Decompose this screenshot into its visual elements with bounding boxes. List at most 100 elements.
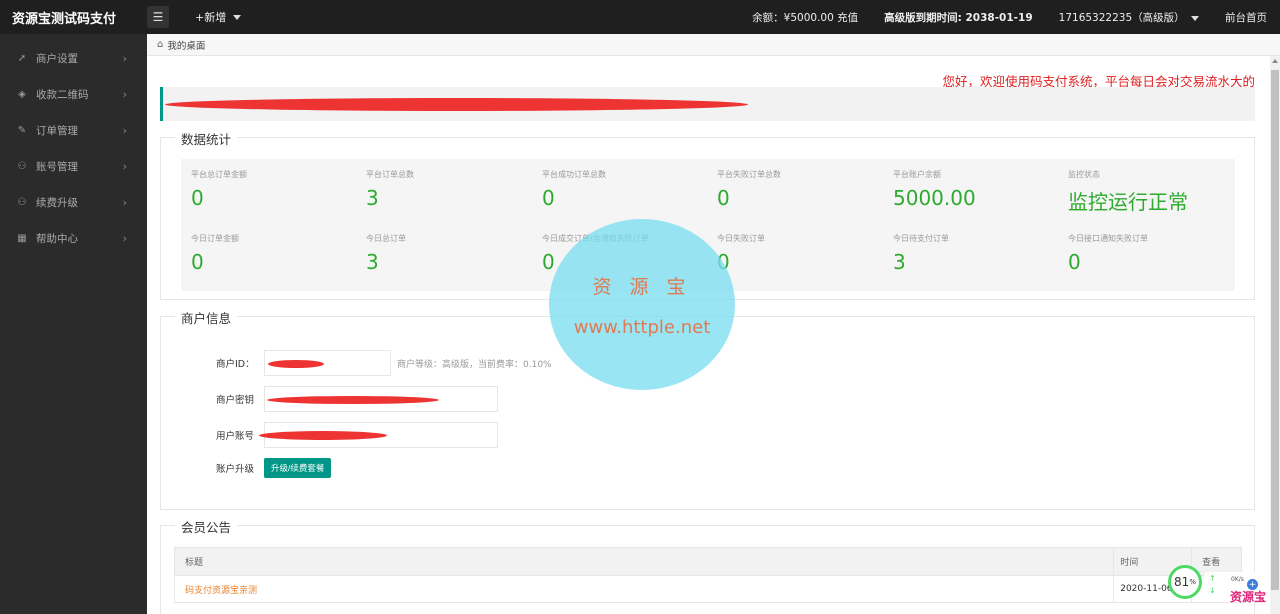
memory-percent-unit: % (1189, 578, 1196, 586)
chevron-right-icon: › (122, 51, 127, 65)
merchant-id-row: 商户ID： 商户等级：高级版，当前费率：0.10% (216, 350, 552, 376)
monitor-status-value: 监控运行正常 (1068, 190, 1188, 214)
stat-item: 平台失败订单总数 0 (717, 169, 887, 210)
chevron-right-icon: › (122, 195, 127, 209)
stat-label: 今日接口通知失败订单 (1068, 234, 1148, 243)
stat-value: 3 (366, 186, 379, 210)
stat-item: 平台总订单金额 0 (191, 169, 361, 210)
stat-value: 0 (1068, 250, 1081, 274)
merchant-key-row: 商户密钥 (216, 386, 498, 412)
merchant-key-label: 商户密钥 (216, 395, 255, 406)
chevron-right-icon: › (122, 123, 127, 137)
merchant-legend: 商户信息 (175, 308, 238, 327)
sidebar-item-orders[interactable]: ✎ 订单管理 › (0, 112, 147, 148)
chevron-right-icon: › (122, 87, 127, 101)
merchant-id-label: 商户ID： (216, 359, 255, 370)
stat-item: 平台订单总数 3 (366, 169, 536, 210)
sidebar-item-label: 收款二维码 (36, 88, 89, 101)
stat-label: 今日待支付订单 (893, 234, 949, 243)
stat-label: 监控状态 (1068, 170, 1100, 179)
upgrade-renew-button[interactable]: 升级/续费套餐 (264, 458, 332, 478)
stat-label: 平台失败订单总数 (717, 170, 781, 179)
home-icon: ⌂ (157, 39, 164, 50)
announcement-table: 标题 时间 查看 码支付资源宝亲测 2020-11-06 (174, 547, 1242, 603)
cube-icon: ◈ (18, 88, 26, 100)
sidebar-item-label: 账号管理 (36, 160, 78, 173)
caret-down-icon (233, 14, 242, 20)
watermark-url: www.httple.net (573, 316, 711, 338)
breadcrumb: ⌂ 我的桌面 (147, 34, 1280, 56)
stats-legend: 数据统计 (175, 129, 238, 148)
stat-item: 今日总订单 3 (366, 233, 536, 274)
merchant-id-field[interactable] (264, 350, 391, 376)
stat-label: 今日总订单 (366, 234, 406, 243)
user-account-field[interactable] (259, 422, 498, 448)
send-icon: ➚ (17, 52, 27, 64)
table-row: 码支付资源宝亲测 2020-11-06 (175, 576, 1241, 602)
user-account-row: 用户账号 (216, 422, 498, 448)
network-rate: 0K/s (1231, 576, 1244, 583)
chevron-right-icon: › (122, 231, 127, 245)
account-label: 17165322235（高级版） (1058, 11, 1185, 24)
expiry-info: 高级版到期时间: 2038-01-19 (884, 11, 1033, 24)
widget-logo: 资源宝 (1230, 590, 1267, 604)
add-new-menu[interactable]: +新增 (195, 9, 242, 25)
upgrade-label: 账户升级 (216, 464, 255, 475)
sidebar-item-label: 商户设置 (36, 52, 78, 65)
scrollbar[interactable] (1270, 56, 1280, 614)
stat-label: 今日订单金额 (191, 234, 239, 243)
table-header: 标题 时间 查看 (175, 548, 1241, 576)
chevron-right-icon: › (122, 159, 127, 173)
sidebar-item-help[interactable]: ▦ 帮助中心 › (0, 220, 147, 256)
redaction-mark (165, 98, 748, 111)
merchant-key-field[interactable] (264, 386, 498, 412)
watermark-text: 资 源 宝 (592, 275, 692, 298)
add-new-label: +新增 (195, 11, 227, 24)
memory-usage-ring[interactable]: 81% (1168, 565, 1202, 599)
upgrade-row: 账户升级 升级/续费套餐 (216, 458, 332, 478)
stat-item: 今日待支付订单 3 (893, 233, 1063, 274)
top-header: 资源宝测试码支付 ☰ +新增 余额：¥5000.00 充值 高级版到期时间: 2… (0, 0, 1280, 34)
brand-title: 资源宝测试码支付 (12, 11, 117, 27)
redaction-mark (268, 360, 324, 368)
announcement-title-link[interactable]: 码支付资源宝亲测 (185, 586, 257, 596)
grid-icon: ▦ (17, 232, 27, 244)
stat-label: 平台订单总数 (366, 170, 414, 179)
download-arrow-icon: ↓ (1209, 586, 1216, 595)
stat-item: 今日接口通知失败订单 0 (1068, 233, 1238, 274)
user-icon: ⚇ (17, 160, 27, 172)
list-icon[interactable]: ☰ (147, 6, 169, 28)
stat-value: 0 (191, 250, 204, 274)
breadcrumb-label[interactable]: 我的桌面 (167, 38, 205, 52)
stat-label: 平台账户余额 (893, 170, 941, 179)
sidebar-item-label: 续费升级 (36, 196, 78, 209)
home-link[interactable]: 前台首页 (1212, 10, 1280, 25)
stat-item: 平台账户余额 5000.00 (893, 169, 1063, 210)
stat-label: 平台成功订单总数 (542, 170, 606, 179)
sidebar-item-label: 帮助中心 (36, 232, 78, 245)
caret-down-icon (1191, 15, 1199, 21)
sidebar: ➚ 商户设置 › ◈ 收款二维码 › ✎ 订单管理 › ⚇ 账号管理 › ⚇ 续… (0, 34, 147, 614)
column-header-title: 标题 (185, 558, 204, 568)
merchant-level-info: 商户等级：高级版，当前费率：0.10% (397, 359, 552, 370)
sidebar-item-label: 订单管理 (36, 124, 78, 137)
sidebar-item-accounts[interactable]: ⚇ 账号管理 › (0, 148, 147, 184)
upload-arrow-icon: ↑ (1209, 574, 1216, 583)
scroll-up-arrow[interactable] (1272, 59, 1278, 63)
user-icon: ⚇ (17, 196, 27, 208)
stat-item: 今日失败订单 0 (717, 233, 887, 274)
announcement-panel: 会员公告 标题 时间 查看 码支付资源宝亲测 2020-11-06 (160, 517, 1255, 614)
stat-value: 5000.00 (893, 186, 976, 210)
balance-recharge-link[interactable]: 余额：¥5000.00 充值 (739, 10, 871, 25)
stat-value: 0 (191, 186, 204, 210)
user-account-label: 用户账号 (216, 431, 255, 442)
account-menu[interactable]: 17165322235（高级版） (1046, 10, 1212, 25)
stat-value: 0 (717, 250, 730, 274)
scroll-thumb[interactable] (1271, 70, 1279, 590)
announcement-legend: 会员公告 (175, 517, 238, 536)
stat-item: 今日订单金额 0 (191, 233, 361, 274)
sidebar-item-merchant-settings[interactable]: ➚ 商户设置 › (0, 40, 147, 76)
sidebar-item-renew[interactable]: ⚇ 续费升级 › (0, 184, 147, 220)
sidebar-item-qrcode[interactable]: ◈ 收款二维码 › (0, 76, 147, 112)
redaction-mark (267, 396, 439, 404)
